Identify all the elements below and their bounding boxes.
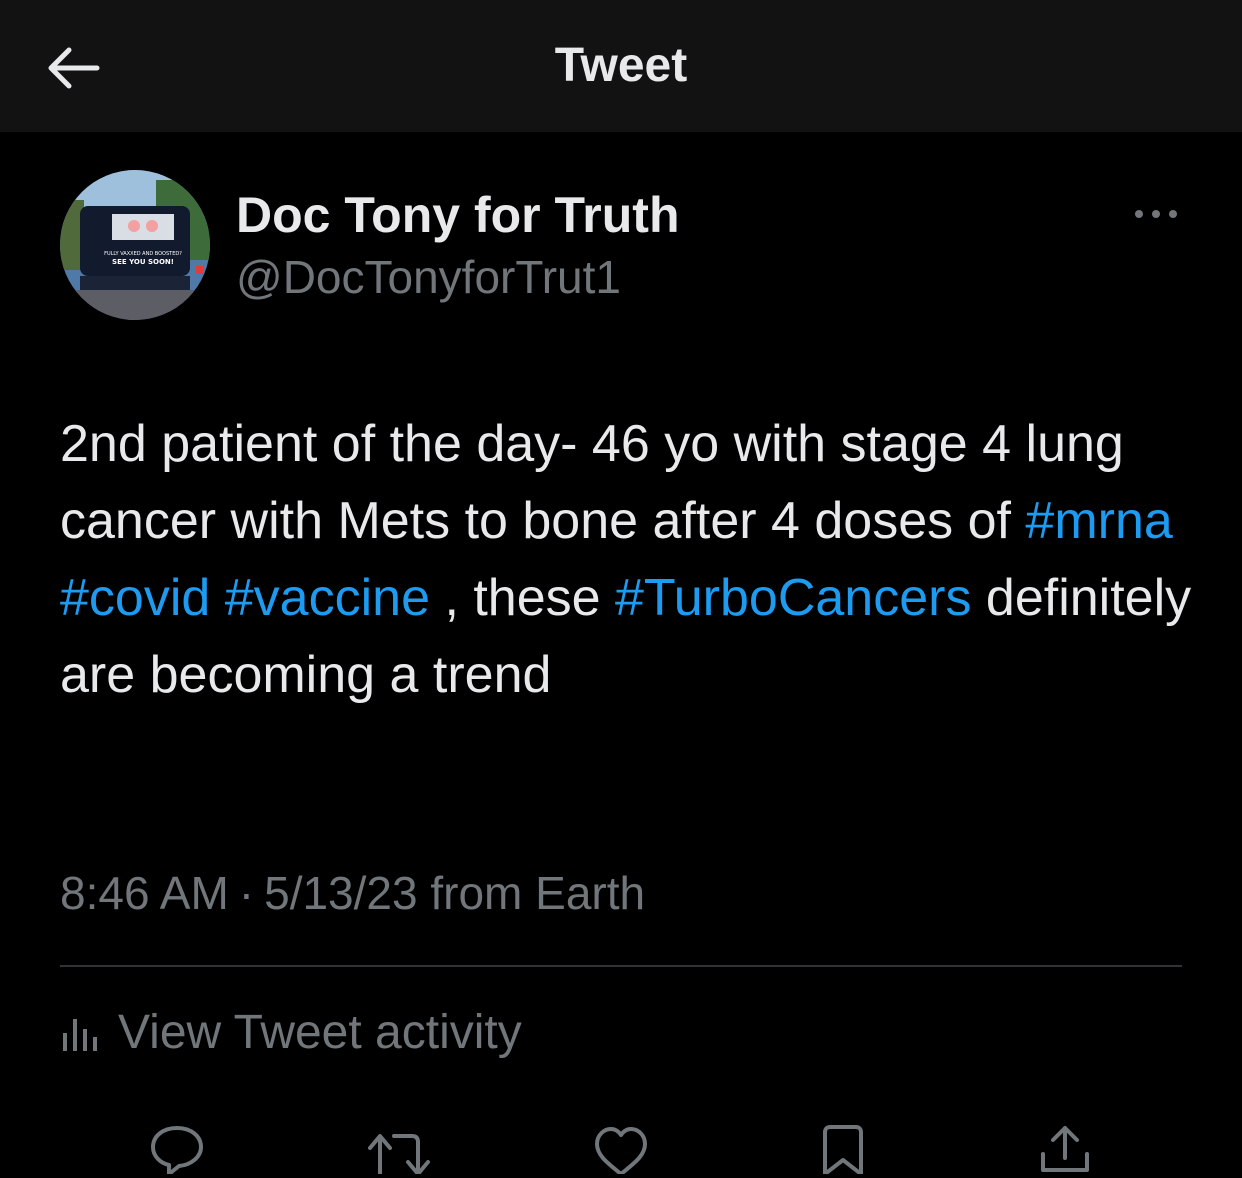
more-horizontal-icon [1135,210,1177,218]
action-bar [0,1112,1242,1174]
bookmark-icon [823,1125,863,1174]
avatar-image: FULLY VAXXED AND BOOSTED? SEE YOU SOON! [60,170,210,320]
reply-button[interactable] [142,1118,212,1178]
share-button[interactable] [1030,1118,1100,1178]
like-button[interactable] [586,1118,656,1178]
view-tweet-activity-button[interactable]: View Tweet activity [60,1002,522,1062]
meta-separator: · [238,867,255,919]
tweet-source: from Earth [430,867,646,919]
bookmark-button[interactable] [808,1118,878,1178]
tweet-text: 2nd patient of the day- 46 yo with stage… [60,406,1200,714]
retweet-icon [368,1134,430,1174]
tweet-text-part: , these [430,569,615,627]
hashtag-link[interactable]: #covid [60,569,210,627]
hashtag-link[interactable]: #vaccine [225,569,430,627]
tweet-time: 8:46 AM [60,867,229,919]
tweet-meta: 8:46 AM · 5/13/23 from Earth [60,866,645,920]
avatar[interactable]: FULLY VAXXED AND BOOSTED? SEE YOU SOON! [60,170,210,320]
tweet-text-part: 2nd patient of the day- 46 yo with stage… [60,415,1124,550]
more-options-button[interactable] [1128,196,1184,232]
activity-label: View Tweet activity [118,1005,522,1059]
divider [60,965,1182,967]
tweet-date: 5/13/23 [264,867,418,919]
page-title: Tweet [554,39,688,92]
author-handle[interactable]: @DocTonyforTrut1 [236,250,621,304]
share-icon [1041,1126,1089,1172]
reply-icon [151,1126,203,1174]
author-display-name[interactable]: Doc Tony for Truth [236,186,679,244]
avatar-caption-2: SEE YOU SOON! [112,258,174,266]
top-bar: Tweet [0,0,1242,132]
hashtag-link[interactable]: #mrna [1025,492,1172,550]
like-icon [595,1127,647,1174]
retweet-button[interactable] [364,1118,434,1178]
bar-chart-icon [63,1019,97,1051]
hashtag-link[interactable]: #TurboCancers [615,569,971,627]
avatar-caption-1: FULLY VAXXED AND BOOSTED? [104,251,182,257]
